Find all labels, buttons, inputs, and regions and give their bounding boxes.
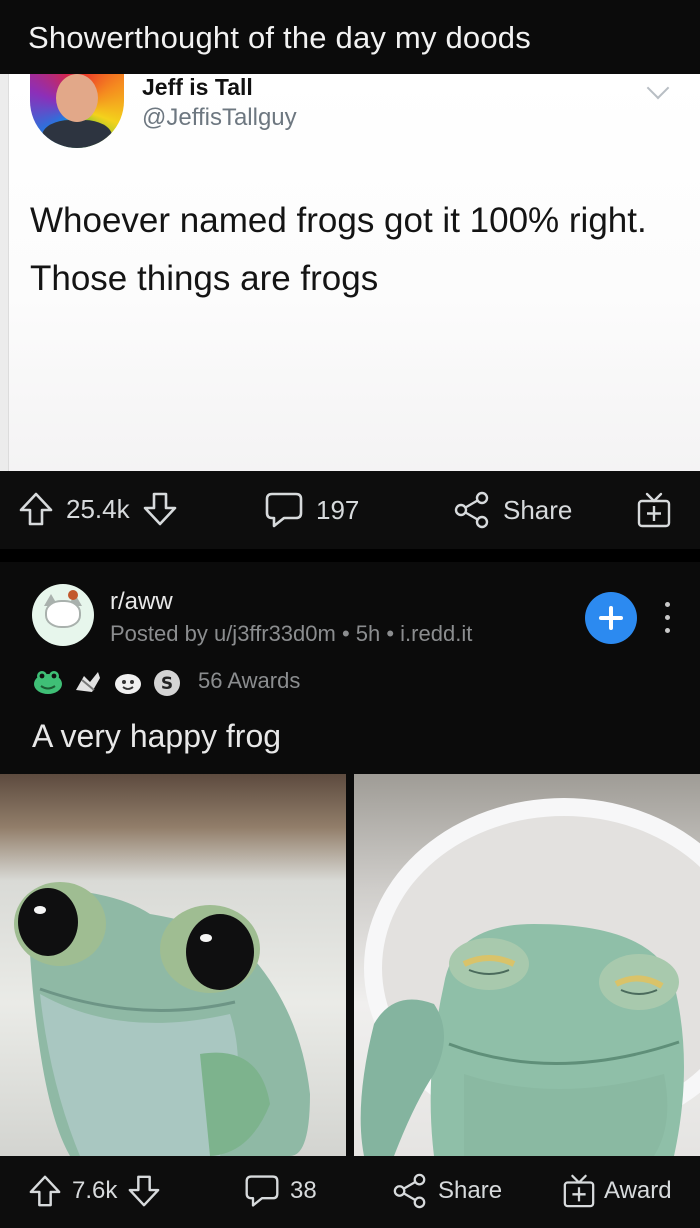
gift-button[interactable] xyxy=(636,491,672,529)
post-action-bar: 25.4k 197 Share xyxy=(0,471,700,549)
chevron-down-icon xyxy=(646,76,670,100)
plus-icon[interactable] xyxy=(585,592,637,644)
award-label: Award xyxy=(604,1177,672,1204)
post-images[interactable] xyxy=(0,774,700,1156)
award-icon xyxy=(32,668,62,694)
award-icon xyxy=(72,668,102,694)
action-row: 7.6k 38 Share Award xyxy=(0,1156,700,1228)
more-vertical-icon[interactable] xyxy=(660,598,674,638)
share-label: Share xyxy=(503,494,573,525)
gift-icon xyxy=(562,1173,596,1209)
avatar-bow xyxy=(68,590,78,600)
subreddit-avatar[interactable] xyxy=(32,584,94,646)
downvote-icon[interactable] xyxy=(127,1174,161,1208)
score: 7.6k xyxy=(72,1177,118,1204)
share-icon xyxy=(392,1173,428,1209)
share-button[interactable]: Share xyxy=(453,491,572,529)
award-icon: S xyxy=(152,668,182,696)
tweet-author-handle: @JeffisTallguy xyxy=(142,104,297,131)
avatar-face xyxy=(56,74,98,122)
upvote-icon[interactable] xyxy=(28,1174,62,1208)
awards-count: 56 Awards xyxy=(198,668,301,693)
comment-count: 38 xyxy=(290,1177,317,1204)
post-title-text[interactable]: A very happy frog xyxy=(32,718,281,755)
tweet-screenshot: Jeff is Tall @JeffisTallguy Whoever name… xyxy=(0,74,700,471)
post-meta: Posted by u/j3ffr33d0m • 5h • i.redd.it xyxy=(110,621,473,646)
post-action-bar-bottom: 7.6k 38 Share Award xyxy=(0,1156,700,1228)
vote-group: 25.4k xyxy=(18,491,178,527)
svg-text:S: S xyxy=(161,674,173,694)
downvote-icon[interactable] xyxy=(142,491,178,527)
frog-photo-left xyxy=(0,774,346,1156)
tweet-author-name: Jeff is Tall xyxy=(142,74,253,100)
tweet-text: Whoever named frogs got it 100% right. T… xyxy=(30,201,647,298)
score: 25.4k xyxy=(66,493,130,524)
share-label: Share xyxy=(438,1177,503,1204)
frog-photo-right xyxy=(354,774,700,1156)
post-title-bar: Showerthought of the day my doods xyxy=(0,0,700,74)
avatar-cat xyxy=(45,600,81,628)
gift-icon xyxy=(636,491,672,529)
share-icon xyxy=(453,491,491,529)
post-header: r/aww Posted by u/j3ffr33d0m • 5h • i.re… xyxy=(0,562,700,774)
post-title: Showerthought of the day my doods xyxy=(28,20,531,55)
comment-count: 197 xyxy=(316,494,360,525)
comments-button[interactable]: 38 xyxy=(244,1173,317,1209)
comments-button[interactable]: 197 xyxy=(264,491,359,529)
award-button[interactable]: Award xyxy=(562,1173,672,1209)
vote-group: 7.6k xyxy=(28,1174,161,1208)
avatar-shirt xyxy=(42,120,112,148)
upvote-icon[interactable] xyxy=(18,491,54,527)
comment-icon xyxy=(244,1173,280,1209)
comment-icon xyxy=(264,491,304,529)
tweet-avatar xyxy=(30,74,124,148)
award-icon xyxy=(112,668,142,694)
post-divider xyxy=(0,549,700,562)
subreddit-name[interactable]: r/aww xyxy=(110,588,173,616)
awards-row[interactable]: S 56 Awards xyxy=(32,664,300,698)
tweet-edge xyxy=(0,74,9,471)
share-button[interactable]: Share xyxy=(392,1173,502,1209)
